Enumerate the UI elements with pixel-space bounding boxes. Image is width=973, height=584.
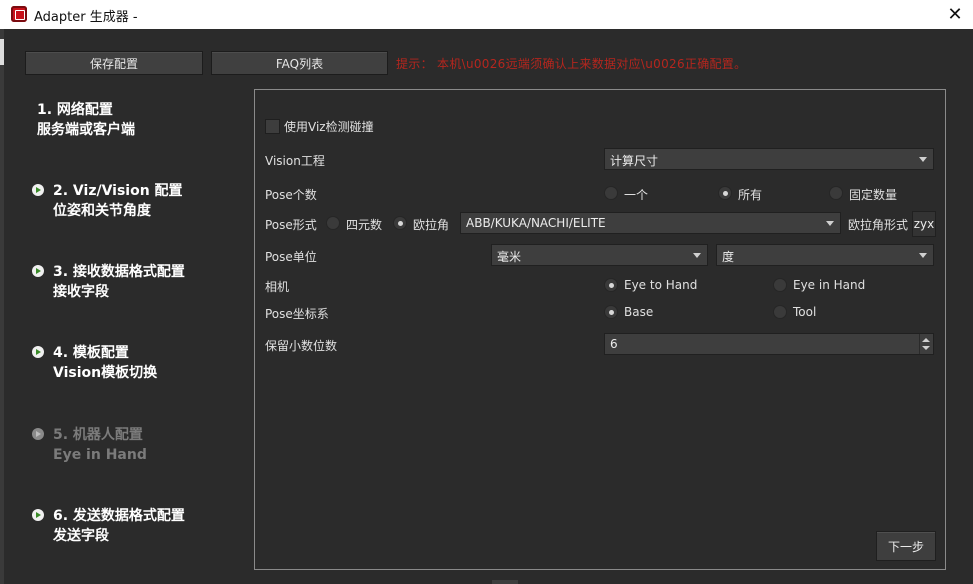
eye-in-hand-radio[interactable] [773, 278, 787, 292]
pose-count-all-label: 所有 [738, 188, 763, 202]
spin-down-icon[interactable] [922, 346, 930, 350]
length-unit-value: 毫米 [497, 250, 522, 264]
eye-to-hand-label: Eye to Hand [624, 278, 698, 292]
vision-project-select[interactable]: 计算尺寸 [604, 148, 934, 170]
arrow-right-icon [32, 428, 44, 440]
next-step-button[interactable]: 下一步 [876, 531, 936, 561]
step-send-format[interactable]: 6. 发送数据格式配置 发送字段 [32, 506, 185, 546]
step-subtitle: Eye in Hand [53, 447, 147, 463]
pose-count-all-radio[interactable] [718, 186, 732, 200]
step-title: 1. 网络配置 [37, 102, 113, 118]
quaternion-radio[interactable] [326, 216, 340, 230]
spin-up-icon[interactable] [922, 338, 930, 342]
pose-count-label: Pose个数 [265, 188, 317, 202]
decimal-places-spinbox[interactable]: 6 [604, 333, 934, 355]
base-frame-label: Base [624, 305, 654, 319]
spin-separator [919, 334, 920, 354]
arrow-right-icon [32, 509, 44, 521]
use-viz-checkbox[interactable] [265, 119, 280, 134]
camera-label: 相机 [265, 280, 290, 294]
tool-frame-label: Tool [793, 305, 817, 319]
arrow-right-icon [32, 184, 44, 196]
step-title: 5. 机器人配置 [53, 427, 143, 443]
step-subtitle: 位姿和关节角度 [53, 203, 151, 219]
angle-unit-value: 度 [722, 250, 735, 264]
step-subtitle: Vision模板切换 [53, 365, 158, 381]
euler-form-value[interactable]: zyx [912, 211, 936, 237]
window-left-edge [0, 29, 4, 584]
step-title: 2. Viz/Vision 配置 [53, 183, 183, 199]
angle-unit-select[interactable]: 度 [716, 244, 934, 266]
arrow-right-icon [32, 265, 44, 277]
euler-label: 欧拉角 [413, 218, 450, 232]
step-title: 4. 模板配置 [53, 345, 129, 361]
step-network[interactable]: 1. 网络配置 服务端或客户端 [37, 100, 135, 140]
pose-unit-label: Pose单位 [265, 250, 317, 264]
pose-count-fixed-label: 固定数量 [849, 188, 898, 202]
close-icon[interactable]: ✕ [944, 3, 966, 25]
pose-count-one-radio[interactable] [604, 186, 618, 200]
euler-robot-value: ABB/KUKA/NACHI/ELITE [466, 216, 606, 230]
step-viz-vision[interactable]: 2. Viz/Vision 配置 位姿和关节角度 [32, 181, 183, 221]
use-viz-label: 使用Viz检测碰撞 [284, 120, 374, 134]
euler-robot-select[interactable]: ABB/KUKA/NACHI/ELITE [460, 212, 841, 234]
step-title: 3. 接收数据格式配置 [53, 264, 185, 280]
step-title: 6. 发送数据格式配置 [53, 508, 185, 524]
pose-form-label: Pose形式 [265, 218, 317, 232]
step-subtitle: 接收字段 [53, 284, 109, 300]
vision-project-value: 计算尺寸 [610, 154, 659, 168]
title-bar: Adapter 生成器 - ✕ [0, 0, 973, 29]
vision-project-label: Vision工程 [265, 154, 325, 168]
chevron-down-icon [919, 157, 927, 162]
eye-in-hand-label: Eye in Hand [793, 278, 866, 292]
step-robot: 5. 机器人配置 Eye in Hand [32, 425, 147, 465]
tool-frame-radio[interactable] [773, 305, 787, 319]
chevron-down-icon [919, 253, 927, 258]
pose-frame-label: Pose坐标系 [265, 307, 329, 321]
edge-strip [0, 39, 4, 65]
arrow-right-icon [32, 346, 44, 358]
decimal-places-label: 保留小数位数 [265, 339, 338, 353]
decimal-places-value: 6 [610, 337, 618, 351]
app-logo-icon [11, 6, 27, 22]
eye-to-hand-radio[interactable] [604, 278, 618, 292]
hint-text: 提示： 本机\u0026远端须确认上来数据对应\u0026正确配置。 [396, 57, 747, 71]
save-config-button[interactable]: 保存配置 [25, 51, 203, 75]
quaternion-label: 四元数 [346, 218, 383, 232]
bottom-handle [492, 580, 518, 584]
pose-count-one-label: 一个 [624, 188, 649, 202]
base-frame-radio[interactable] [604, 305, 618, 319]
step-subtitle: 服务端或客户端 [37, 122, 135, 138]
chevron-down-icon [826, 221, 834, 226]
step-template[interactable]: 4. 模板配置 Vision模板切换 [32, 343, 158, 383]
euler-radio[interactable] [393, 216, 407, 230]
step-subtitle: 发送字段 [53, 528, 109, 544]
step-receive-format[interactable]: 3. 接收数据格式配置 接收字段 [32, 262, 185, 302]
pose-count-fixed-radio[interactable] [829, 186, 843, 200]
chevron-down-icon [693, 253, 701, 258]
faq-list-button[interactable]: FAQ列表 [211, 51, 388, 75]
length-unit-select[interactable]: 毫米 [491, 244, 708, 266]
euler-form-label: 欧拉角形式 [848, 218, 909, 232]
window-title: Adapter 生成器 - [34, 10, 138, 25]
